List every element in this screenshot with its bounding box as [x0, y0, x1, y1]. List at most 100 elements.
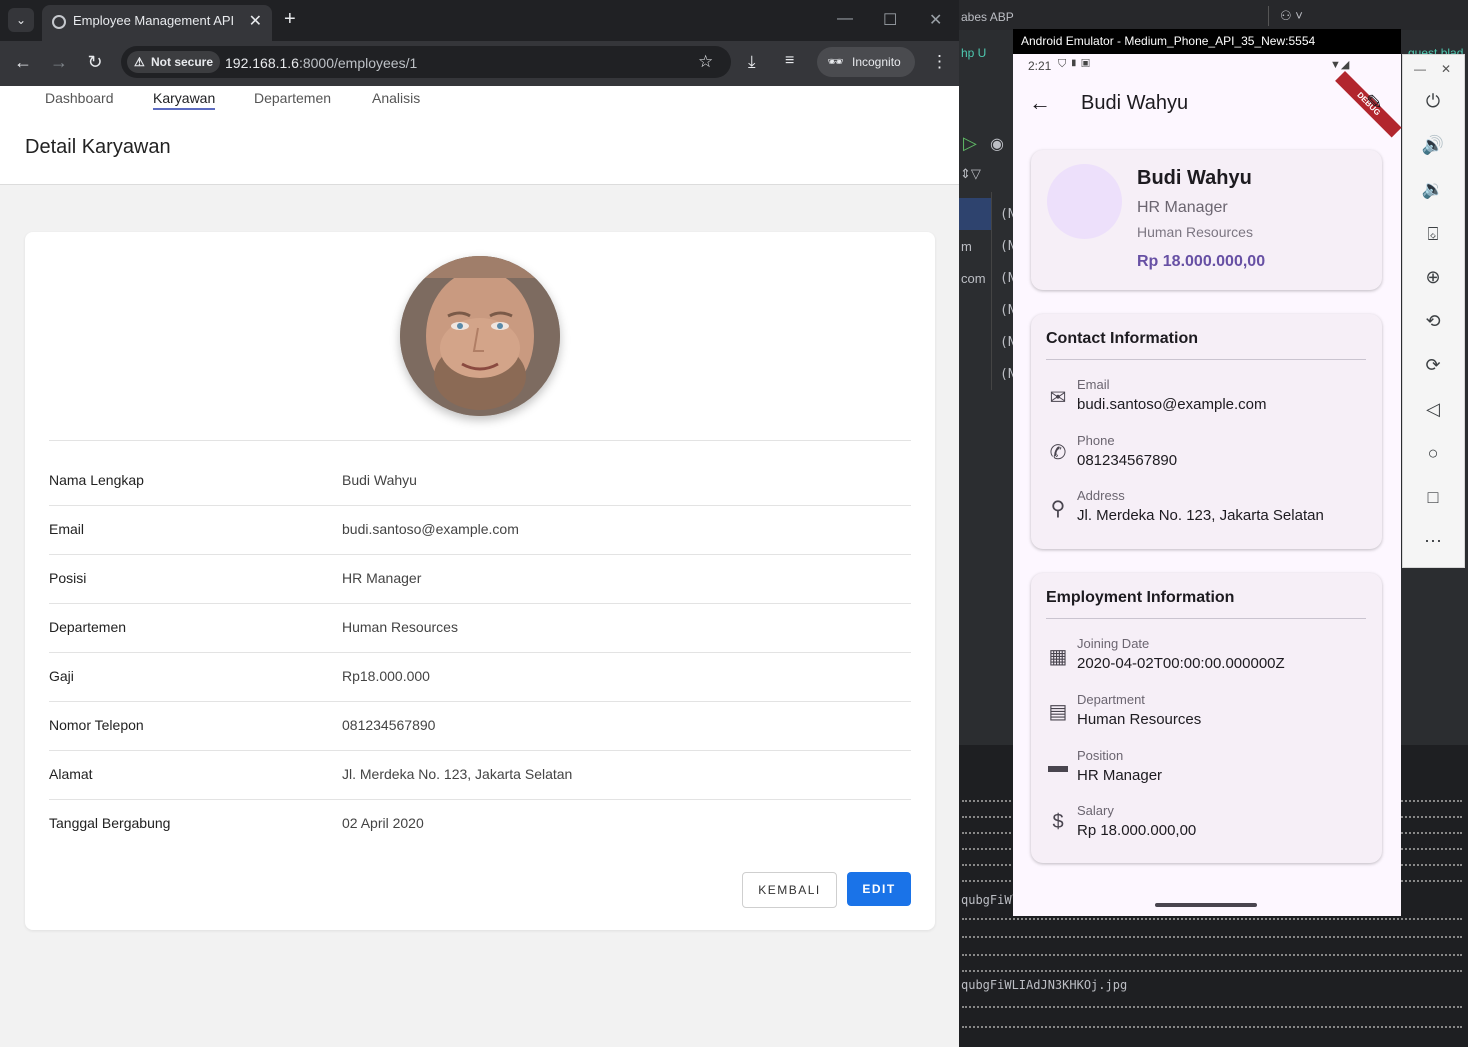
label-nama-lengkap: Nama Lengkap [49, 472, 144, 488]
close-tab-icon[interactable]: ✕ [249, 11, 262, 31]
label-posisi: Posisi [49, 570, 87, 586]
divider [49, 440, 911, 441]
nav-analisis[interactable]: Analisis [372, 90, 420, 106]
rotate-right-icon[interactable]: ⟳ [1419, 355, 1447, 376]
volume-down-icon[interactable]: 🔉 [1419, 179, 1447, 200]
tab-title: Employee Management API [73, 13, 235, 28]
emu-minimize-icon[interactable]: — [1414, 62, 1426, 76]
eye-icon[interactable]: ◉ [990, 134, 1004, 154]
position-label: Position [1077, 748, 1124, 763]
maximize-icon[interactable]: ☐ [883, 10, 897, 30]
terminal-dots [962, 970, 1462, 974]
copilot-icon[interactable]: ⚇ ˅ [1280, 8, 1303, 24]
employee-avatar [400, 256, 560, 416]
filter-icon[interactable]: ⇕▽ [960, 166, 981, 182]
more-icon[interactable]: ⋯ [1419, 531, 1447, 552]
profile-department: Human Resources [1137, 224, 1253, 240]
incognito-label: Incognito [852, 55, 901, 69]
emulator-titlebar: Android Emulator - Medium_Phone_API_35_N… [1013, 29, 1401, 54]
contact-heading: Contact Information [1046, 330, 1198, 347]
nav-departemen[interactable]: Departemen [254, 90, 331, 106]
browser-tab[interactable]: Employee Management API ✕ [42, 5, 272, 41]
incognito-chip[interactable]: 🕶 Incognito [817, 47, 915, 77]
camera-icon[interactable]: ⌺ [1419, 224, 1447, 245]
power-icon[interactable]: ⏻ [1419, 91, 1447, 112]
zoom-icon[interactable]: ⊕ [1419, 267, 1447, 288]
label-gaji: Gaji [49, 668, 74, 684]
overview-square-icon[interactable]: □ [1419, 487, 1447, 508]
wifi-icon: ▼◢ [1330, 59, 1350, 71]
value-departemen: Human Resources [342, 619, 458, 635]
terminal-file-fragment: qubgFiWl [961, 893, 1019, 907]
contact-phone-label: Phone [1077, 433, 1115, 448]
app-back-icon[interactable]: ← [1029, 90, 1051, 116]
globe-icon [52, 15, 66, 29]
new-tab-icon[interactable]: + [284, 8, 296, 31]
divider [49, 799, 911, 800]
nav-karyawan[interactable]: Karyawan [153, 90, 216, 110]
rotate-left-icon[interactable]: ⟲ [1419, 311, 1447, 332]
profile-avatar [1047, 164, 1122, 239]
ide-php-fragment: hp U [961, 46, 987, 60]
department-label: Department [1077, 692, 1145, 707]
location-icon: ⚲ [1050, 498, 1066, 520]
security-label: Not secure [151, 55, 214, 69]
ide-cell-fragment: m [961, 239, 972, 254]
profile-name: Budi Wahyu [1137, 167, 1252, 189]
back-triangle-icon[interactable]: ◁ [1419, 399, 1447, 420]
calendar-icon: ▦ [1048, 646, 1068, 668]
terminal-dots [962, 954, 1462, 958]
minimize-icon[interactable]: — [837, 10, 853, 28]
label-email: Email [49, 521, 85, 537]
employment-heading: Employment Information [1046, 589, 1235, 606]
contact-email-label: Email [1077, 377, 1110, 392]
contact-phone-value: 081234567890 [1077, 452, 1178, 469]
ide-tab-fragment[interactable]: abes ABP [961, 10, 1014, 24]
warning-icon: ⚠ [134, 55, 145, 69]
emu-close-icon[interactable]: ✕ [1441, 62, 1451, 76]
ide-tabbar [959, 0, 1468, 30]
volume-up-icon[interactable]: 🔊 [1419, 135, 1447, 156]
run-icon[interactable]: ▷ [963, 133, 977, 154]
terminal-dots [962, 918, 1462, 922]
forward-icon[interactable]: → [47, 52, 71, 73]
reload-icon[interactable]: ↻ [83, 52, 107, 73]
page-header: Detail Karyawan [0, 111, 959, 185]
edit-pencil-icon[interactable]: ✎ [1366, 90, 1383, 115]
profile-position: HR Manager [1137, 199, 1228, 216]
bookmark-star-icon[interactable]: ☆ [698, 52, 713, 72]
back-icon[interactable]: ← [11, 52, 35, 73]
value-gaji: Rp18.000.000 [342, 668, 430, 684]
contact-address-label: Address [1077, 488, 1125, 503]
security-chip[interactable]: ⚠ Not secure [127, 51, 221, 73]
salary-value: Rp 18.000.000,00 [1077, 822, 1197, 839]
terminal-dots [962, 1006, 1462, 1010]
status-time: 2:21 [1028, 59, 1052, 73]
divider [49, 701, 911, 702]
divider [49, 505, 911, 506]
media-queue-icon[interactable]: ≡ [785, 52, 794, 70]
joining-date-value: 2020-04-02T00:00:00.000000Z [1077, 655, 1285, 672]
value-posisi: HR Manager [342, 570, 422, 586]
value-email: budi.santoso@example.com [342, 521, 519, 537]
tab-search-chevron-icon[interactable]: ⌄ [8, 8, 34, 32]
divider [49, 750, 911, 751]
nav-dashboard[interactable]: Dashboard [45, 90, 114, 106]
top-nav [0, 86, 959, 112]
building-icon: ▤ [1048, 701, 1068, 723]
download-icon[interactable]: ⤓ [748, 52, 756, 72]
contact-email-value: budi.santoso@example.com [1077, 396, 1267, 413]
gesture-bar[interactable] [1155, 903, 1257, 907]
department-value: Human Resources [1077, 711, 1202, 728]
home-circle-icon[interactable]: ○ [1419, 443, 1447, 464]
url-text[interactable]: 192.168.1.6:8000/employees/1 [225, 55, 417, 71]
salary-label: Salary [1077, 803, 1114, 818]
url-path: :8000/employees/1 [298, 55, 418, 71]
terminal-dots [962, 1026, 1462, 1030]
edit-button[interactable]: EDIT [847, 872, 911, 906]
close-window-icon[interactable]: ✕ [929, 10, 942, 30]
menu-kebab-icon[interactable]: ⋮ [931, 52, 948, 72]
divider [1046, 618, 1366, 619]
back-button[interactable]: KEMBALI [742, 872, 837, 908]
contact-address-value: Jl. Merdeka No. 123, Jakarta Selatan [1077, 507, 1324, 524]
